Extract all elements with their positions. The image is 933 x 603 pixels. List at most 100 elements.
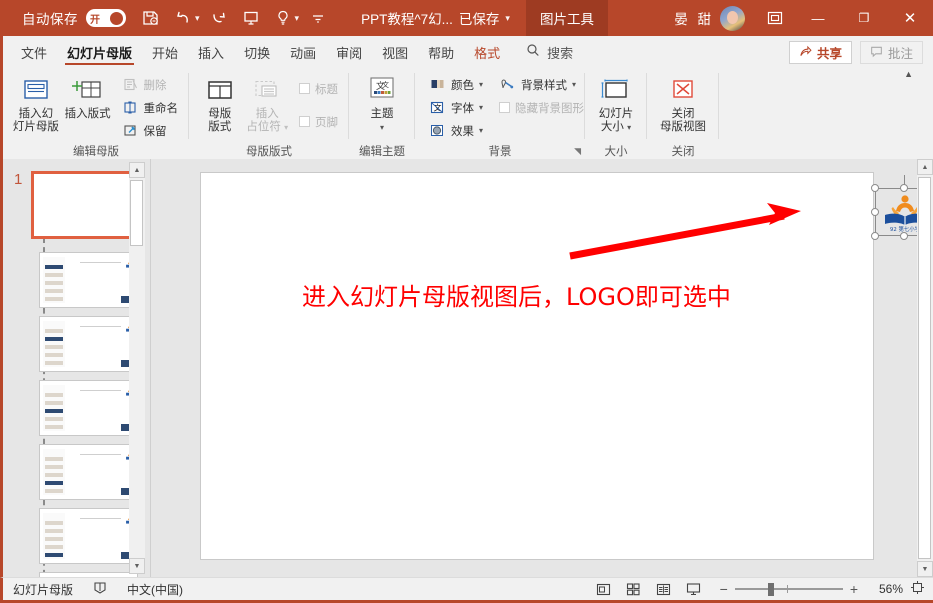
- group-label-size: 大小: [604, 145, 628, 158]
- list-item[interactable]: [39, 572, 138, 577]
- theme-chevron-down-icon[interactable]: ▾: [380, 121, 384, 134]
- slide-size-button[interactable]: 幻灯片 大小 ▾: [592, 72, 640, 134]
- accessibility-icon: [93, 581, 107, 598]
- list-item[interactable]: [39, 252, 138, 308]
- canvas-scrollbar[interactable]: ▲ ▼: [917, 159, 933, 577]
- close-master-view-button[interactable]: 关闭 母版视图: [654, 72, 712, 134]
- scrollbar-thumb[interactable]: [130, 180, 143, 246]
- status-bar: 幻灯片母版 中文(中国) − + 56%: [0, 577, 933, 603]
- more-commands-icon[interactable]: [303, 3, 333, 33]
- theme-button[interactable]: 文文 主题 ▾: [356, 72, 408, 134]
- insert-slide-master-button[interactable]: 插入幻 灯片母版: [10, 72, 62, 134]
- ribbon-group-close: 关闭 母版视图 关闭: [647, 67, 719, 159]
- insert-layout-button[interactable]: 插入版式: [62, 72, 114, 121]
- colors-icon: [429, 76, 446, 93]
- autosave-toggle[interactable]: 开: [86, 9, 126, 27]
- insert-layout-icon: [71, 74, 104, 108]
- thumbnail-sidebar: [43, 513, 65, 559]
- theme-label: 主题: [370, 108, 394, 120]
- resize-handle-nw[interactable]: [871, 184, 879, 192]
- tab-format[interactable]: 格式: [464, 38, 510, 67]
- slide-surface[interactable]: 进入幻灯片母版视图后，LOGO即可选中 92 第七小学: [200, 172, 933, 560]
- insert-placeholder-label-2: 占位符 ▾: [246, 121, 288, 134]
- list-item[interactable]: [39, 444, 138, 500]
- theme-colors-button[interactable]: 颜色 ▾: [425, 74, 487, 95]
- ribbon-display-options-icon[interactable]: [755, 0, 795, 36]
- search-box[interactable]: 搜索: [526, 38, 573, 67]
- background-styles-button[interactable]: 背景样式 ▾: [495, 74, 588, 95]
- tab-help[interactable]: 帮助: [418, 38, 464, 67]
- master-layout-button[interactable]: 母版 版式: [196, 72, 244, 134]
- scroll-down-icon[interactable]: ▼: [129, 558, 145, 574]
- resize-handle-sw[interactable]: [871, 232, 879, 240]
- reading-view-button[interactable]: [650, 578, 678, 600]
- list-item[interactable]: [39, 380, 138, 436]
- share-button[interactable]: 共享: [788, 41, 852, 64]
- zoom-slider[interactable]: [734, 582, 843, 596]
- canvas-scrollbar-thumb[interactable]: [918, 177, 931, 559]
- quick-access-toolbar: 自动保存 开 ▾ ▾: [0, 3, 333, 33]
- save-icon[interactable]: [136, 3, 166, 33]
- language-button[interactable]: 中文(中国): [117, 581, 193, 598]
- canvas-scroll-down-icon[interactable]: ▼: [917, 561, 933, 577]
- slideshow-view-button[interactable]: [680, 578, 708, 600]
- tab-view[interactable]: 视图: [372, 38, 418, 67]
- resize-handle-n[interactable]: [900, 184, 908, 192]
- accessibility-button[interactable]: [83, 581, 117, 598]
- list-item[interactable]: [39, 316, 138, 372]
- slide-thumbnail-panel[interactable]: 1 ▲ ▼: [3, 159, 148, 577]
- preserve-button[interactable]: 保留: [118, 120, 183, 141]
- zoom-level[interactable]: 56%: [865, 582, 903, 596]
- avatar[interactable]: [720, 5, 745, 31]
- comment-button[interactable]: 批注: [859, 41, 923, 64]
- search-placeholder: 搜索: [547, 46, 574, 61]
- undo-chevron-down-icon[interactable]: ▾: [195, 13, 200, 24]
- rename-button[interactable]: 重命名: [118, 97, 183, 118]
- theme-fonts-button[interactable]: 文 字体 ▾: [425, 97, 487, 118]
- tell-me-icon[interactable]: [268, 3, 298, 33]
- tab-transitions[interactable]: 切换: [234, 38, 280, 67]
- thumbnail-scrollbar[interactable]: ▲ ▼: [129, 162, 145, 574]
- normal-view-button[interactable]: [590, 578, 618, 600]
- tab-animations[interactable]: 动画: [280, 38, 326, 67]
- canvas-scroll-up-icon[interactable]: ▲: [917, 159, 933, 175]
- list-item[interactable]: [31, 171, 145, 239]
- list-item[interactable]: [39, 508, 138, 564]
- zoom-in-button[interactable]: +: [850, 581, 858, 597]
- collapse-ribbon-icon[interactable]: ▲: [904, 69, 913, 79]
- background-styles-chevron-down-icon[interactable]: ▾: [572, 80, 576, 89]
- zoom-slider-handle[interactable]: [767, 582, 774, 596]
- colors-chevron-down-icon[interactable]: ▾: [479, 80, 483, 89]
- user-name[interactable]: 晏 甜: [674, 8, 714, 28]
- tell-me-chevron-down-icon[interactable]: ▾: [295, 13, 300, 24]
- undo-icon[interactable]: [168, 3, 198, 33]
- document-chevron-down-icon[interactable]: ▾: [505, 13, 510, 24]
- slide-sorter-view-button[interactable]: [620, 578, 648, 600]
- maximize-button[interactable]: ❐: [841, 0, 887, 36]
- background-dialog-launcher[interactable]: ◥: [574, 146, 581, 157]
- theme-effects-button[interactable]: 效果 ▾: [425, 120, 487, 141]
- tab-file[interactable]: 文件: [11, 38, 57, 67]
- tab-review[interactable]: 审阅: [326, 38, 372, 67]
- contextual-tool-text: 图片工具: [539, 12, 594, 27]
- close-master-view-label-1: 关闭: [671, 108, 695, 120]
- minimize-button[interactable]: —: [795, 0, 841, 36]
- resize-handle-w[interactable]: [871, 208, 879, 216]
- fit-to-window-icon[interactable]: [910, 580, 925, 598]
- tab-slide-master[interactable]: 幻灯片母版: [57, 38, 142, 67]
- start-presentation-icon[interactable]: [236, 3, 266, 33]
- hide-background-graphics-row: 隐藏背景图形: [495, 97, 588, 118]
- tab-insert[interactable]: 插入: [188, 38, 234, 67]
- slide-canvas[interactable]: 进入幻灯片母版视图后，LOGO即可选中 92 第七小学 ▲ ▼: [153, 159, 933, 577]
- zoom-out-button[interactable]: −: [720, 581, 728, 597]
- effects-chevron-down-icon[interactable]: ▾: [479, 126, 483, 135]
- insert-placeholder-line2: 占位符: [246, 121, 281, 133]
- slide-size-chevron-down-icon[interactable]: ▾: [627, 123, 631, 132]
- close-button[interactable]: ✕: [887, 0, 933, 36]
- theme-icon: 文文: [365, 74, 399, 108]
- redo-icon[interactable]: [204, 3, 234, 33]
- tab-home[interactable]: 开始: [142, 38, 188, 67]
- scroll-up-icon[interactable]: ▲: [129, 162, 145, 178]
- resize-handle-s[interactable]: [900, 232, 908, 240]
- fonts-chevron-down-icon[interactable]: ▾: [479, 103, 483, 112]
